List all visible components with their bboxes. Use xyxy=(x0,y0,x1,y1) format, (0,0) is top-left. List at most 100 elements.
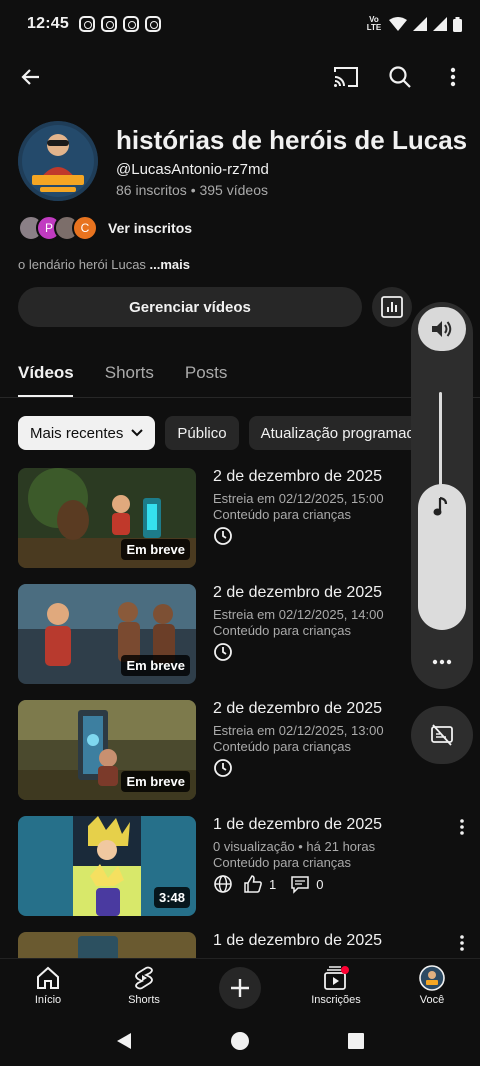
tab-videos[interactable]: Vídeos xyxy=(18,363,74,383)
comment-count: 0 xyxy=(316,876,324,892)
nav-label: Inscrições xyxy=(311,994,361,1006)
upcoming-badge: Em breve xyxy=(121,655,190,676)
more-vertical-icon[interactable] xyxy=(454,934,470,952)
more-vertical-icon[interactable] xyxy=(436,60,470,94)
shorts-icon xyxy=(135,966,153,990)
clock-icon xyxy=(213,758,233,778)
captions-off-icon[interactable] xyxy=(411,706,473,764)
video-audience: Conteúdo para crianças xyxy=(213,507,352,522)
signal-icon xyxy=(413,17,427,31)
channel-tabs: Vídeos Shorts Posts xyxy=(18,361,258,385)
home-circle-icon[interactable] xyxy=(230,1031,250,1051)
video-status-icons xyxy=(213,642,233,662)
globe-icon xyxy=(213,874,233,894)
upcoming-badge: Em breve xyxy=(121,771,190,792)
search-icon[interactable] xyxy=(383,60,417,94)
video-premiere: Estreia em 02/12/2025, 14:00 xyxy=(213,607,384,622)
bottom-navigation: Início Shorts Inscrições Você xyxy=(0,958,480,1018)
video-thumbnail[interactable] xyxy=(18,932,196,958)
video-thumbnail[interactable]: Em breve xyxy=(18,700,196,800)
manage-videos-button[interactable]: Gerenciar vídeos xyxy=(18,287,362,327)
video-audience: Conteúdo para crianças xyxy=(213,739,352,754)
status-time: 12:45 xyxy=(27,15,69,32)
analytics-button[interactable] xyxy=(372,287,412,327)
speaker-icon[interactable] xyxy=(418,307,466,351)
video-title: 2 de dezembro de 2025 xyxy=(213,584,383,601)
create-button[interactable] xyxy=(219,967,261,1009)
wifi-icon xyxy=(389,17,407,31)
instagram-icon xyxy=(122,16,139,32)
comment-icon xyxy=(290,874,310,894)
nav-shorts[interactable]: Shorts xyxy=(104,965,184,1006)
nav-you[interactable]: Você xyxy=(392,965,472,1006)
music-note-icon xyxy=(432,496,452,518)
more-vertical-icon[interactable] xyxy=(454,818,470,836)
subscribers-row[interactable]: P C Ver inscritos xyxy=(18,214,192,242)
video-stats-icons: 1 0 xyxy=(213,874,323,894)
video-audience: Conteúdo para crianças xyxy=(213,623,352,638)
media-volume-slider[interactable] xyxy=(418,484,466,630)
like-count: 1 xyxy=(269,876,277,892)
app-bar xyxy=(0,50,480,102)
subscriber-avatar: C xyxy=(72,215,98,241)
chip-public[interactable]: Público xyxy=(165,416,239,450)
video-title: 1 de dezembro de 2025 xyxy=(213,932,383,949)
video-item[interactable]: Em breve 2 de dezembro de 2025 Estreia e… xyxy=(18,700,480,800)
signal-icon xyxy=(433,17,447,31)
upcoming-badge: Em breve xyxy=(121,539,190,560)
cast-icon[interactable] xyxy=(329,60,363,94)
status-bar: 12:45 Vo LTE xyxy=(0,0,480,48)
back-arrow-icon[interactable] xyxy=(14,60,48,94)
channel-handle: @LucasAntonio-rz7md xyxy=(116,161,269,178)
video-thumbnail[interactable]: Em breve xyxy=(18,468,196,568)
like-icon xyxy=(243,874,263,894)
see-subscribers-link[interactable]: Ver inscritos xyxy=(108,220,192,236)
nav-label: Você xyxy=(419,994,445,1006)
subscriptions-icon xyxy=(324,966,349,990)
more-link[interactable]: ...mais xyxy=(150,257,190,272)
chip-label: Mais recentes xyxy=(30,424,124,442)
video-thumbnail[interactable]: 3:48 xyxy=(18,816,196,916)
home-icon xyxy=(37,966,59,989)
video-status-icons xyxy=(213,758,233,778)
nav-subscriptions[interactable]: Inscrições xyxy=(296,965,376,1006)
duration-badge: 3:48 xyxy=(153,887,190,908)
nav-label: Início xyxy=(34,994,62,1006)
nav-home[interactable]: Início xyxy=(8,965,88,1006)
channel-avatar[interactable] xyxy=(18,121,98,201)
video-premiere: Estreia em 02/12/2025, 15:00 xyxy=(213,491,384,506)
channel-stats: 86 inscritos • 395 vídeos xyxy=(116,182,268,198)
video-title: 1 de dezembro de 2025 xyxy=(213,816,383,833)
video-title: 2 de dezembro de 2025 xyxy=(213,468,383,485)
tab-shorts[interactable]: Shorts xyxy=(105,363,154,383)
video-premiere: Estreia em 02/12/2025, 13:00 xyxy=(213,723,384,738)
description-text: o lendário herói Lucas xyxy=(18,257,150,272)
video-views: 0 visualização • há 21 horas xyxy=(213,839,376,854)
profile-avatar-icon xyxy=(419,965,445,991)
plus-icon xyxy=(231,979,249,997)
battery-icon xyxy=(453,16,462,32)
tabs-divider xyxy=(0,397,480,398)
tab-posts[interactable]: Posts xyxy=(185,363,228,383)
instagram-icon xyxy=(78,16,95,32)
channel-description[interactable]: o lendário herói Lucas ...mais xyxy=(18,257,190,272)
instagram-icon xyxy=(144,16,161,32)
video-audience: Conteúdo para crianças xyxy=(213,855,352,870)
chevron-down-icon xyxy=(131,429,144,437)
video-title: 2 de dezembro de 2025 xyxy=(213,700,383,717)
recents-square-icon[interactable] xyxy=(346,1031,366,1051)
chip-latest[interactable]: Mais recentes xyxy=(18,416,156,450)
system-navigation-bar xyxy=(0,1018,480,1066)
video-item[interactable]: 3:48 1 de dezembro de 2025 0 visualizaçã… xyxy=(18,816,480,916)
back-triangle-icon[interactable] xyxy=(114,1031,134,1051)
volume-track xyxy=(439,392,442,492)
filter-chips: Mais recentes Público Atualização progra… xyxy=(18,416,439,450)
clock-icon xyxy=(213,526,233,546)
more-horizontal-icon[interactable] xyxy=(418,650,466,674)
nav-label: Shorts xyxy=(128,994,160,1006)
instagram-icon xyxy=(100,16,117,32)
video-item[interactable]: 1 de dezembro de 2025 xyxy=(18,932,480,958)
network-label: Vo LTE xyxy=(366,15,382,32)
channel-name: histórias de heróis de Lucas xyxy=(116,125,468,155)
video-thumbnail[interactable]: Em breve xyxy=(18,584,196,684)
